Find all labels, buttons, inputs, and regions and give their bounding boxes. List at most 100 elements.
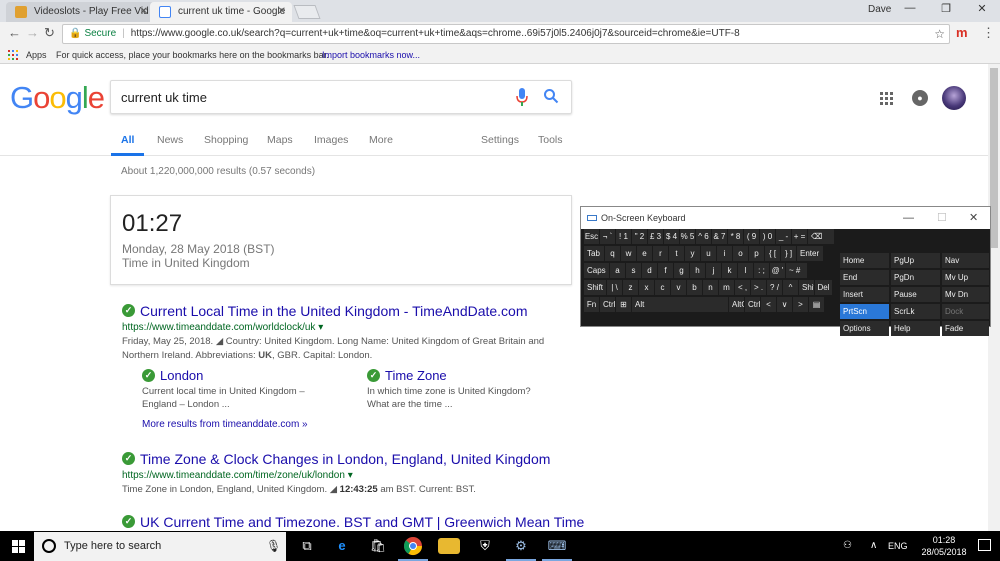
osk-key[interactable]: g xyxy=(674,263,689,278)
store-icon[interactable]: 🛍 xyxy=(367,535,389,557)
chrome-icon[interactable] xyxy=(398,535,428,561)
close-tab-icon[interactable]: ✕ xyxy=(140,2,148,22)
star-bookmark-icon[interactable]: ☆ xyxy=(934,25,945,43)
osk-key[interactable]: ? / xyxy=(767,280,782,295)
osk-key[interactable]: Insert xyxy=(840,287,889,302)
osk-key[interactable]: z xyxy=(623,280,638,295)
osk-key[interactable]: p xyxy=(749,246,764,261)
osk-key[interactable]: } ] xyxy=(781,246,796,261)
osk-key[interactable]: f xyxy=(658,263,673,278)
osk-key[interactable]: @ ' xyxy=(770,263,785,278)
tab-shopping[interactable]: Shopping xyxy=(204,134,248,146)
osk-key[interactable]: ~ # xyxy=(786,263,807,278)
osk-key[interactable]: Mv Dn xyxy=(942,287,989,302)
extension-m-icon[interactable]: m xyxy=(956,25,968,40)
close-window-icon[interactable]: ✕ xyxy=(972,2,992,15)
result-title-link[interactable]: ✓ Current Local Time in the United Kingd… xyxy=(122,303,562,319)
osk-key[interactable]: Ctrl xyxy=(600,297,615,312)
taskbar-clock[interactable]: 01:28 28/05/2018 xyxy=(918,534,970,558)
sitelink-title-link[interactable]: ✓ Time Zone xyxy=(367,368,547,383)
osk-key[interactable]: n xyxy=(703,280,718,295)
osk-key[interactable]: " 2 xyxy=(632,229,647,244)
osk-key[interactable]: ScrLk xyxy=(891,304,940,319)
address-bar[interactable]: 🔒 Secure | https://www.google.co.uk/search?… xyxy=(62,24,950,44)
osk-key[interactable]: % 5 xyxy=(680,229,695,244)
osk-key[interactable]: < , xyxy=(735,280,750,295)
osk-key[interactable]: PrtScn xyxy=(840,304,889,319)
security-shield-icon[interactable]: ⛨ xyxy=(474,535,496,557)
osk-key[interactable]: ▤ xyxy=(809,297,824,312)
osk-key[interactable]: Enter xyxy=(797,246,823,261)
notifications-bell-icon[interactable]: ● xyxy=(912,90,928,106)
edge-browser-icon[interactable]: e xyxy=(331,535,353,557)
osk-key[interactable]: v xyxy=(671,280,686,295)
osk-key[interactable]: _ - xyxy=(776,229,791,244)
osk-key[interactable]: Shift xyxy=(584,280,606,295)
osk-key[interactable]: | \ xyxy=(607,280,622,295)
osk-key[interactable]: Caps xyxy=(584,263,609,278)
osk-key[interactable]: ⊞ xyxy=(616,297,631,312)
osk-key[interactable]: ⌫ xyxy=(808,229,834,244)
osk-key[interactable]: ∨ xyxy=(777,297,792,312)
osk-key[interactable]: e xyxy=(637,246,652,261)
osk-key[interactable]: Fn xyxy=(584,297,599,312)
osk-key[interactable]: c xyxy=(655,280,670,295)
osk-key[interactable]: ^ 6 xyxy=(696,229,711,244)
result-title-link[interactable]: ✓ UK Current Time and Timezone. BST and … xyxy=(122,514,584,530)
osk-key[interactable]: Tab xyxy=(584,246,604,261)
osk-key[interactable]: q xyxy=(605,246,620,261)
windows-start-icon[interactable] xyxy=(12,540,25,553)
scrollbar-thumb[interactable] xyxy=(990,68,998,248)
osk-key[interactable]: ! 1 xyxy=(616,229,631,244)
file-explorer-icon[interactable] xyxy=(438,538,460,554)
osk-key[interactable]: $ 4 xyxy=(664,229,679,244)
search-icon[interactable] xyxy=(543,88,559,104)
osk-key[interactable]: ¬ ` xyxy=(600,229,615,244)
osk-key[interactable]: Fade xyxy=(942,321,989,336)
account-avatar[interactable] xyxy=(942,86,966,110)
chrome-menu-icon[interactable]: ⋮ xyxy=(982,25,995,41)
apps-label[interactable]: Apps xyxy=(26,46,47,64)
osk-key[interactable]: j xyxy=(706,263,721,278)
osk-key[interactable]: d xyxy=(642,263,657,278)
show-hidden-icons-chevron-icon[interactable]: ∧ xyxy=(870,540,877,551)
osk-key[interactable]: Shift xyxy=(799,280,814,295)
osk-key[interactable]: b xyxy=(687,280,702,295)
tab-all[interactable]: All xyxy=(110,134,146,156)
osk-key[interactable]: o xyxy=(733,246,748,261)
tab-videoslots[interactable]: Videoslots - Play Free Vid ✕ xyxy=(6,2,154,22)
osk-key[interactable]: PgDn xyxy=(891,270,940,285)
tab-more[interactable]: More xyxy=(369,134,393,146)
action-center-icon[interactable] xyxy=(978,539,991,551)
taskbar-search-box[interactable]: Type here to search 🎙 xyxy=(34,532,286,561)
osk-key[interactable]: ^ xyxy=(783,280,798,295)
osk-key[interactable]: w xyxy=(621,246,636,261)
new-tab-button[interactable] xyxy=(293,5,321,19)
sitelink-title-link[interactable]: ✓ London xyxy=(142,368,322,383)
tab-google-search[interactable]: current uk time - Google ✕ xyxy=(150,2,292,22)
osk-key[interactable]: PgUp xyxy=(891,253,940,268)
tab-news[interactable]: News xyxy=(157,134,183,146)
osk-key[interactable]: s xyxy=(626,263,641,278)
minimize-icon[interactable]: — xyxy=(900,2,920,14)
tab-tools[interactable]: Tools xyxy=(538,134,563,146)
search-input[interactable]: current uk time xyxy=(121,90,207,105)
more-results-link[interactable]: More results from timeanddate.com » xyxy=(142,419,308,430)
osk-key[interactable]: l xyxy=(738,263,753,278)
apps-grid-icon[interactable] xyxy=(8,50,18,60)
reload-icon[interactable]: ↻ xyxy=(44,25,55,41)
maximize-icon[interactable]: ❐ xyxy=(936,2,956,15)
osk-key[interactable]: End xyxy=(840,270,889,285)
close-tab-icon[interactable]: ✕ xyxy=(278,2,286,22)
task-view-icon[interactable]: ⧉ xyxy=(296,535,318,557)
osk-key[interactable]: & 7 xyxy=(712,229,727,244)
osk-key[interactable]: i xyxy=(717,246,732,261)
osk-key[interactable]: + = xyxy=(792,229,807,244)
osk-key[interactable]: { [ xyxy=(765,246,780,261)
osk-key[interactable]: Home xyxy=(840,253,889,268)
osk-key[interactable]: ( 9 xyxy=(744,229,759,244)
minimize-icon[interactable]: — xyxy=(903,207,914,229)
osk-key[interactable]: u xyxy=(701,246,716,261)
taskbar-search-input[interactable]: Type here to search xyxy=(64,540,161,552)
caret-down-icon[interactable]: ▾ xyxy=(318,322,323,333)
